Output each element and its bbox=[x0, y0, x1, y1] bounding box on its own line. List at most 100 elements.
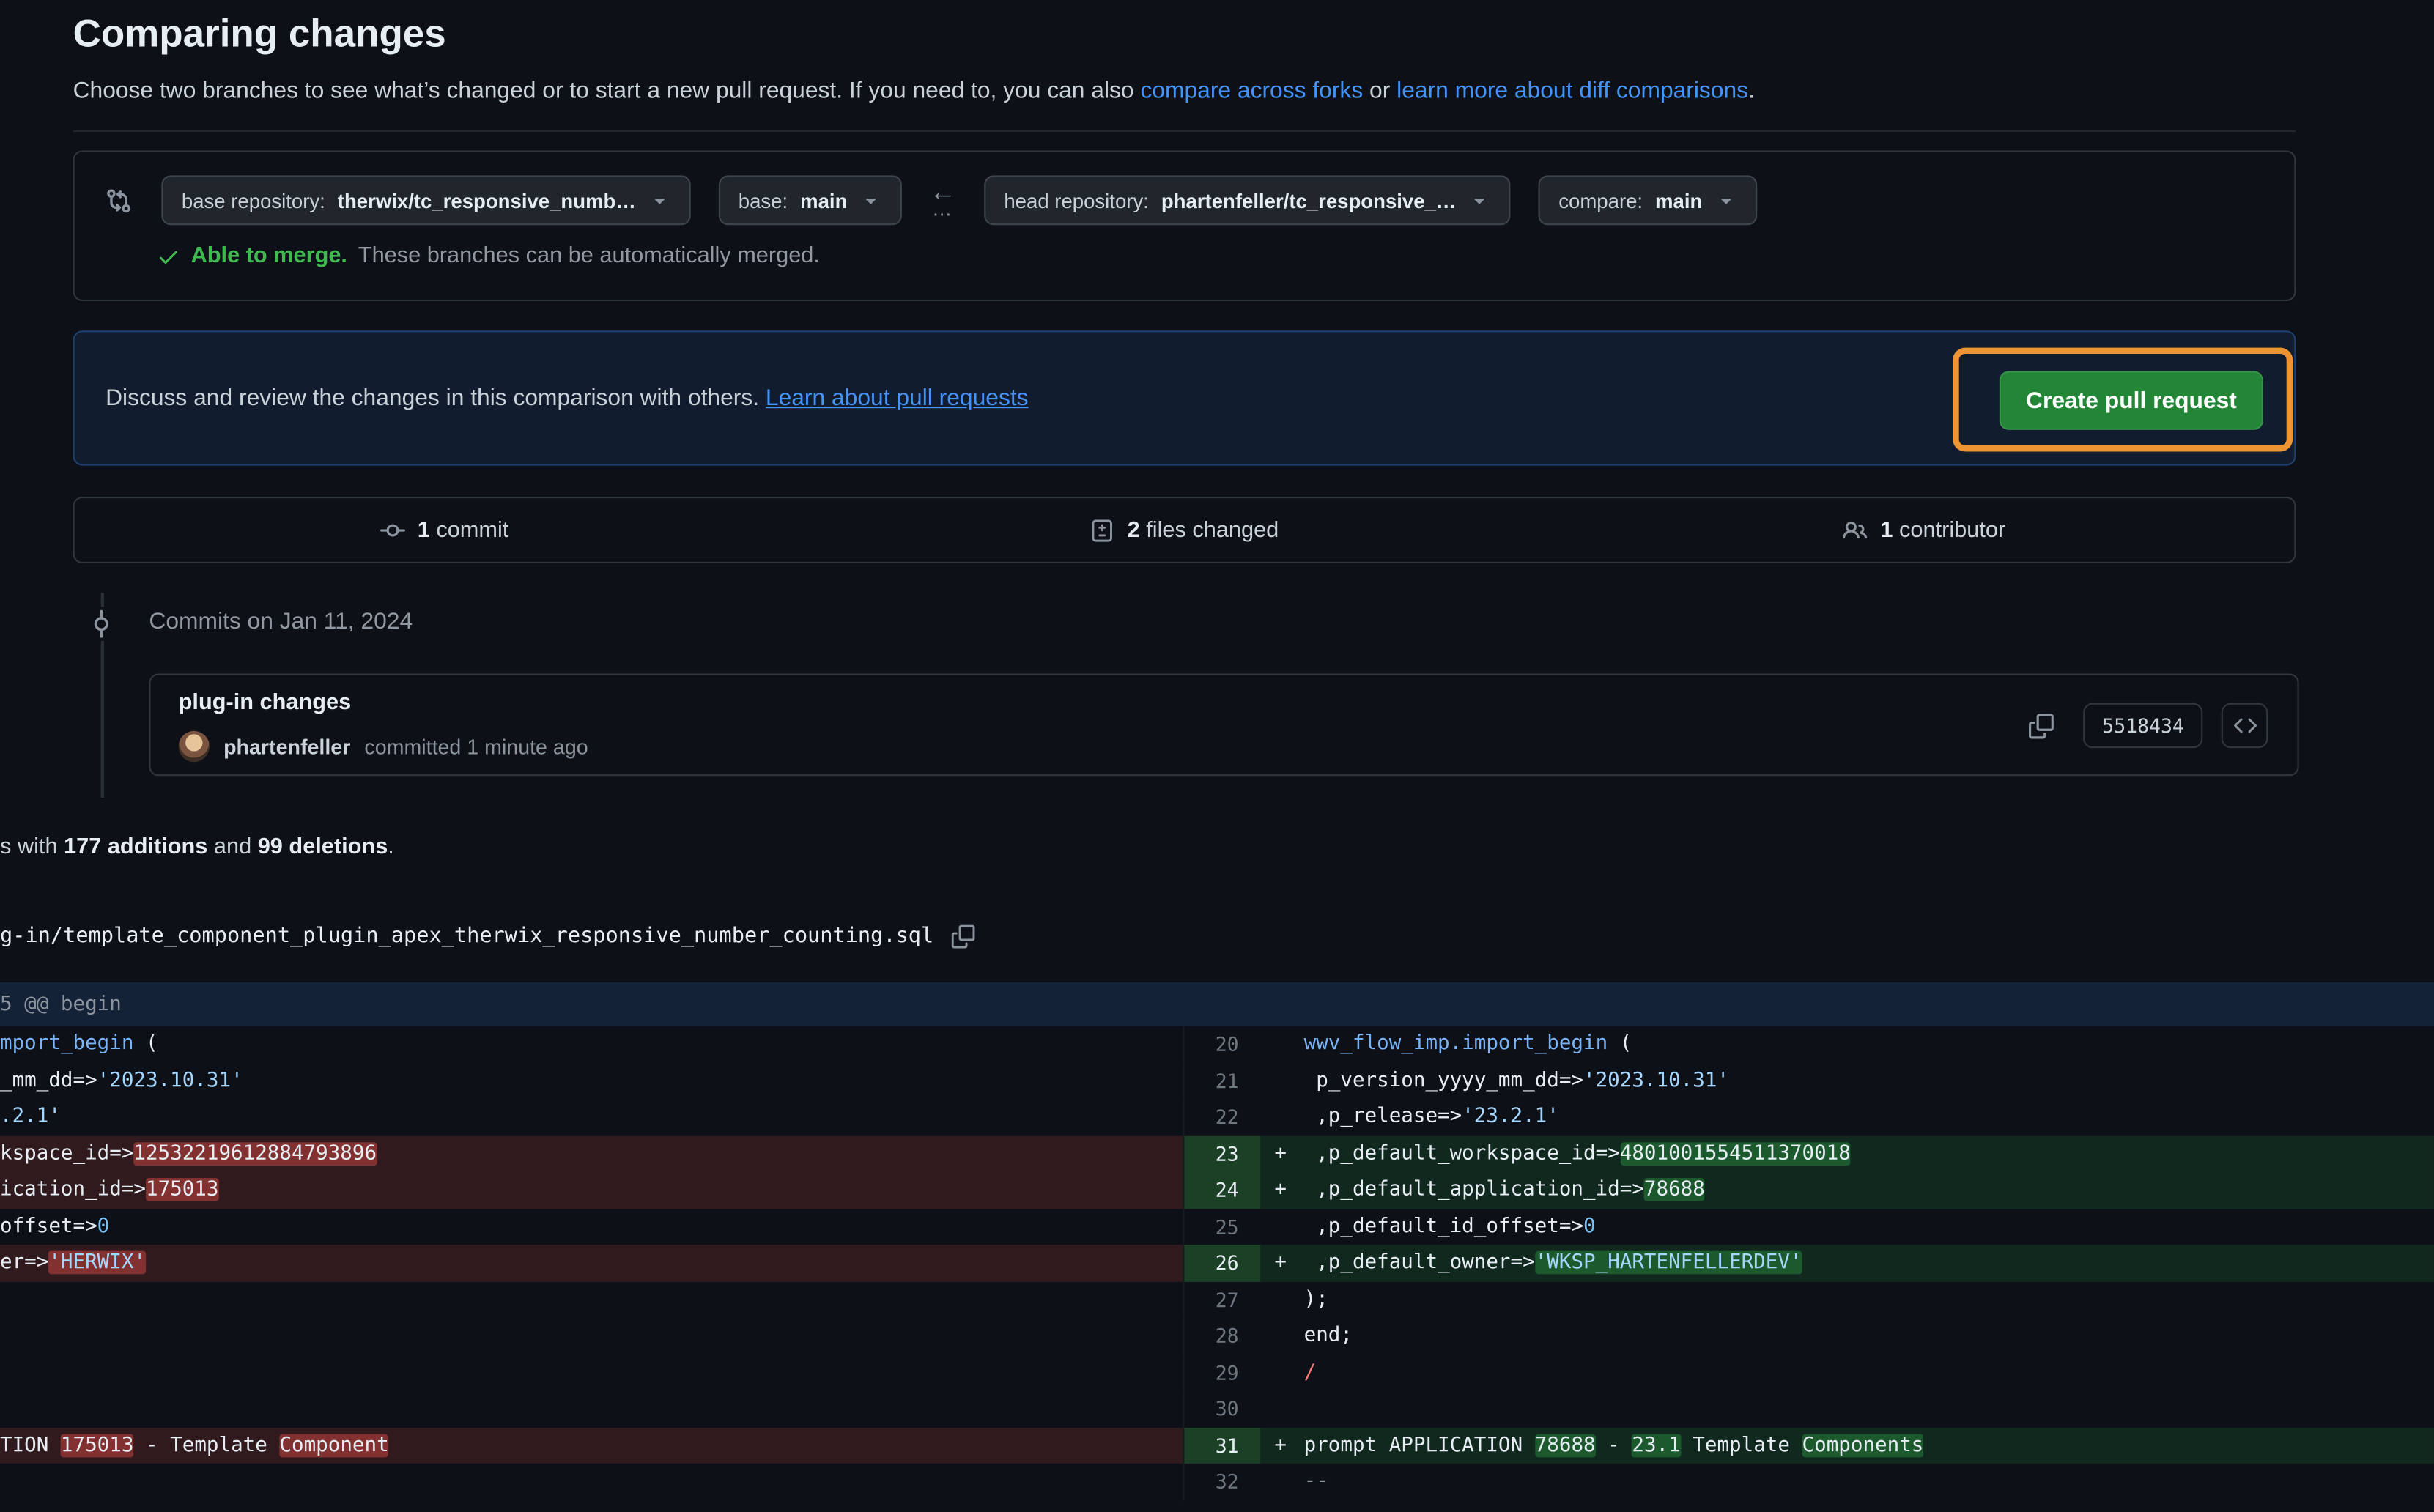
diff-right-code: ,p_release=>'23.2.1' bbox=[1260, 1099, 2434, 1135]
diff-row: mport_begin (20wwv_flow_imp.import_begin… bbox=[0, 1026, 2434, 1062]
diff-left-code: mport_begin ( bbox=[0, 1026, 1183, 1062]
file-name-link[interactable]: g-in/template_component_plugin_apex_ther… bbox=[0, 924, 933, 949]
compare-across-forks-link[interactable]: compare across forks bbox=[1140, 78, 1363, 104]
diff-row: 27); bbox=[0, 1281, 2434, 1318]
diff-line-number: 29 bbox=[1183, 1354, 1260, 1390]
diff-left-code: kspace_id=>12532219612884793896 bbox=[0, 1135, 1183, 1172]
diff-right-code: / bbox=[1260, 1354, 2434, 1390]
diff-right-code: end; bbox=[1260, 1318, 2434, 1354]
git-compare-icon bbox=[106, 188, 132, 222]
commits-stat[interactable]: 1 commit bbox=[75, 518, 815, 543]
compare-page: Comparing changes Choose two branches to… bbox=[0, 0, 2434, 1512]
diff-right-code: p_version_yyyy_mm_dd=>'2023.10.31' bbox=[1260, 1062, 2434, 1099]
diff-summary: s with 177 additions and 99 deletions. bbox=[0, 835, 394, 860]
diff-row: .2.1'22 ,p_release=>'23.2.1' bbox=[0, 1099, 2434, 1135]
commit-sha[interactable]: 5518434 bbox=[2084, 703, 2202, 748]
commit-card: plug-in changes phartenfeller committed … bbox=[149, 673, 2298, 776]
diff-right-code: + ,p_default_owner=>'WKSP_HARTENFELLERDE… bbox=[1260, 1245, 2434, 1281]
diff-line-number: 21 bbox=[1183, 1062, 1260, 1099]
diff-left-code bbox=[0, 1390, 1183, 1427]
avatar[interactable] bbox=[179, 731, 210, 762]
diff-left-code: _mm_dd=>'2023.10.31' bbox=[0, 1062, 1183, 1099]
additions-count: 177 additions bbox=[64, 835, 207, 860]
copy-file-path-button[interactable] bbox=[952, 924, 976, 948]
diff-left-code bbox=[0, 1318, 1183, 1354]
base-branch-select[interactable]: base: main bbox=[718, 175, 901, 225]
git-commit-dot-icon bbox=[87, 607, 115, 641]
diff-left-code bbox=[0, 1281, 1183, 1318]
diff-right-code: +prompt APPLICATION 78688 - 23.1 Templat… bbox=[1260, 1427, 2434, 1464]
file-diff-icon bbox=[1090, 518, 1115, 543]
commit-controls: 5518434 bbox=[2019, 703, 2268, 748]
triangle-down-icon bbox=[1468, 189, 1490, 211]
create-pull-request-button[interactable]: Create pull request bbox=[2000, 371, 2263, 430]
diff-rows: mport_begin (20wwv_flow_imp.import_begin… bbox=[0, 1026, 2434, 1500]
banner-text: Discuss and review the changes in this c… bbox=[106, 385, 1029, 411]
merge-status: Able to merge. These branches can be aut… bbox=[157, 244, 820, 269]
diff-line-number: 28 bbox=[1183, 1318, 1260, 1354]
base-repository-select[interactable]: base repository: therwix/tc_responsive_n… bbox=[161, 175, 690, 225]
diff-left-code: TION 175013 - Template Component bbox=[0, 1427, 1183, 1464]
diff-row: 30 bbox=[0, 1390, 2434, 1427]
diff-line-number: 24 bbox=[1183, 1172, 1260, 1209]
diff-right-code bbox=[1260, 1390, 2434, 1427]
branch-range-box: base repository: therwix/tc_responsive_n… bbox=[73, 151, 2296, 302]
diff-line-number: 22 bbox=[1183, 1099, 1260, 1135]
code-icon bbox=[2233, 714, 2257, 738]
hunk-header: 5 @@ begin bbox=[0, 982, 2434, 1026]
diff-row: 32-- bbox=[0, 1464, 2434, 1500]
git-commit-icon bbox=[380, 518, 405, 543]
compare-branch-select[interactable]: compare: main bbox=[1539, 175, 1757, 225]
merge-status-text: These branches can be automatically merg… bbox=[358, 244, 820, 269]
triangle-down-icon bbox=[1714, 189, 1736, 211]
file-header: g-in/template_component_plugin_apex_ther… bbox=[0, 924, 975, 949]
copy-sha-button[interactable] bbox=[2019, 703, 2065, 748]
comparison-stats-bar: 1 commit 2 files changed 1 contributor bbox=[73, 497, 2296, 563]
diff-line-number: 31 bbox=[1183, 1427, 1260, 1464]
diff-row: 29/ bbox=[0, 1354, 2434, 1390]
diff-left-code bbox=[0, 1464, 1183, 1500]
diff-right-code: wwv_flow_imp.import_begin ( bbox=[1260, 1026, 2434, 1062]
range-dots: … bbox=[932, 199, 954, 218]
diff-line-number: 23 bbox=[1183, 1135, 1260, 1172]
branch-selectors: base repository: therwix/tc_responsive_n… bbox=[161, 175, 1756, 225]
diff-line-number: 26 bbox=[1183, 1245, 1260, 1281]
diff-line-number: 32 bbox=[1183, 1464, 1260, 1500]
pull-request-banner: Discuss and review the changes in this c… bbox=[73, 330, 2296, 465]
deletions-count: 99 deletions bbox=[258, 835, 388, 860]
diff-table: 5 @@ begin mport_begin (20wwv_flow_imp.i… bbox=[0, 982, 2434, 1500]
page-subtitle: Choose two branches to see what’s change… bbox=[73, 78, 1755, 104]
diff-left-code: er=>'HERWIX' bbox=[0, 1245, 1183, 1281]
check-icon bbox=[157, 245, 180, 268]
diff-left-code: ication_id=>175013 bbox=[0, 1172, 1183, 1209]
diff-row: ication_id=>17501324+ ,p_default_applica… bbox=[0, 1172, 2434, 1209]
diff-right-code: + ,p_default_workspace_id=>4801001554511… bbox=[1260, 1135, 2434, 1172]
commit-author-link[interactable]: phartenfeller bbox=[223, 735, 350, 758]
diff-left-code: offset=>0 bbox=[0, 1208, 1183, 1245]
diff-right-code: ,p_default_id_offset=>0 bbox=[1260, 1208, 2434, 1245]
diff-line-number: 27 bbox=[1183, 1281, 1260, 1318]
learn-about-pull-requests-link[interactable]: Learn about pull requests bbox=[766, 385, 1029, 411]
people-icon bbox=[1843, 518, 1868, 543]
diff-right-code: -- bbox=[1260, 1464, 2434, 1500]
range-direction-indicator: ← … bbox=[930, 182, 956, 218]
diff-left-code: .2.1' bbox=[0, 1099, 1183, 1135]
diff-right-code: + ,p_default_application_id=>78688 bbox=[1260, 1172, 2434, 1209]
diff-line-number: 30 bbox=[1183, 1390, 1260, 1427]
diff-row: 28end; bbox=[0, 1318, 2434, 1354]
diff-right-code: ); bbox=[1260, 1281, 2434, 1318]
page-title: Comparing changes bbox=[73, 12, 446, 57]
contributors-stat[interactable]: 1 contributor bbox=[1554, 518, 2294, 543]
diff-left-code bbox=[0, 1354, 1183, 1390]
browse-code-button[interactable] bbox=[2222, 703, 2268, 748]
diff-comparisons-link[interactable]: learn more about diff comparisons bbox=[1397, 78, 1748, 104]
diff-row: kspace_id=>1253221961288479389623+ ,p_de… bbox=[0, 1135, 2434, 1172]
commits-date-heading: Commits on Jan 11, 2024 bbox=[149, 608, 413, 634]
triangle-down-icon bbox=[648, 189, 670, 211]
commit-title-link[interactable]: plug-in changes bbox=[179, 691, 352, 716]
diff-row: er=>'HERWIX'26+ ,p_default_owner=>'WKSP_… bbox=[0, 1245, 2434, 1281]
files-changed-stat[interactable]: 2 files changed bbox=[815, 518, 1555, 543]
head-repository-select[interactable]: head repository: phartenfeller/tc_respon… bbox=[984, 175, 1511, 225]
merge-status-bold: Able to merge. bbox=[191, 244, 347, 269]
diff-line-number: 25 bbox=[1183, 1208, 1260, 1245]
